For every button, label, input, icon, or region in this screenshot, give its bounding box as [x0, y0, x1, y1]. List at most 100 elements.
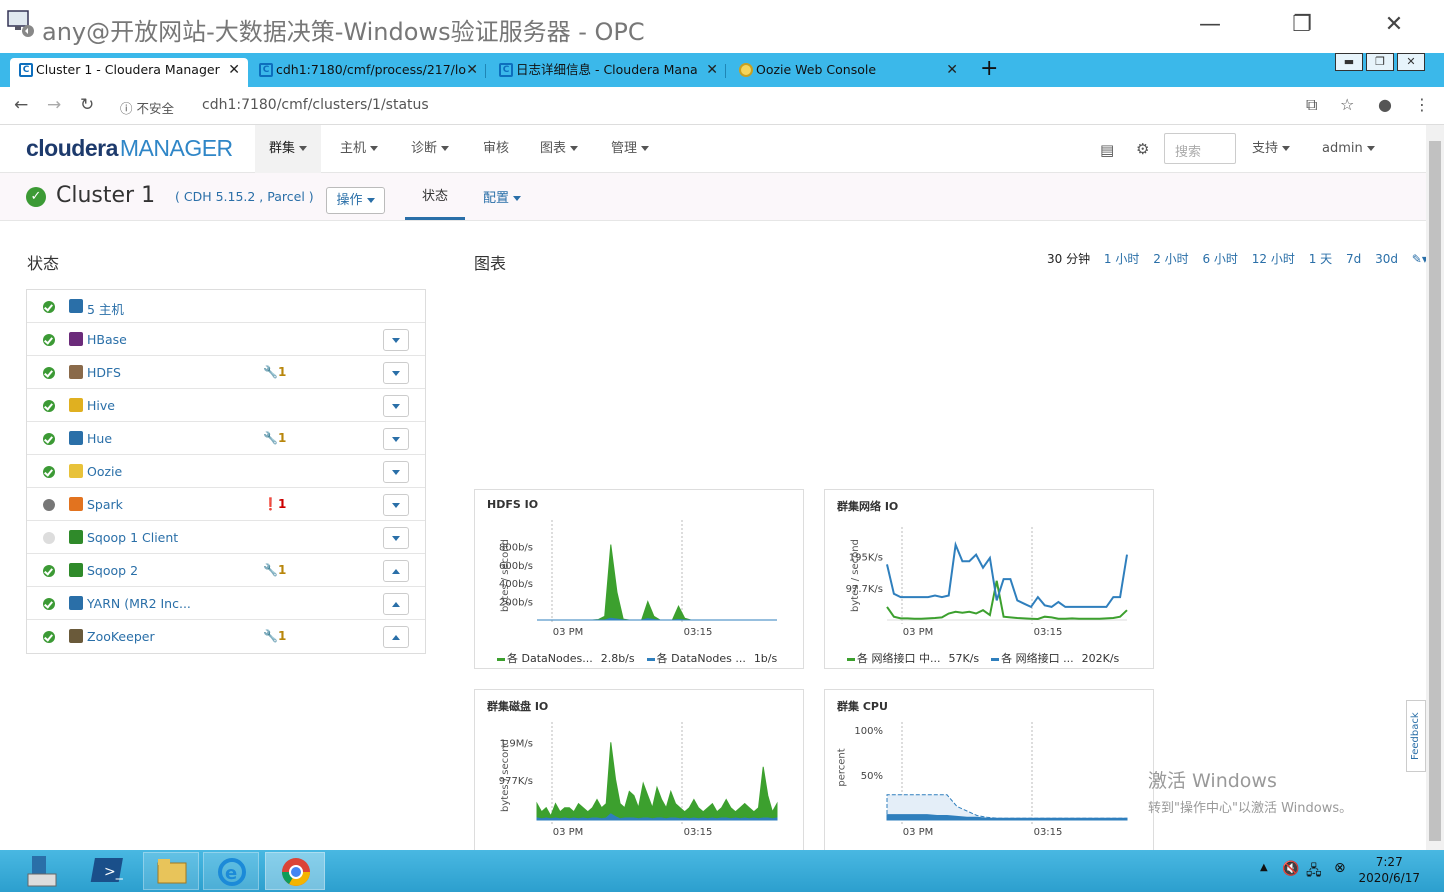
tab-close-icon[interactable]: ✕ [946, 58, 958, 82]
service-name-link[interactable]: Hive [87, 398, 115, 413]
menu-label: 图表 [540, 141, 567, 156]
profile-icon[interactable]: ● [1378, 95, 1392, 114]
bookmark-star-icon[interactable]: ☆ [1340, 95, 1354, 114]
config-issue-badge[interactable]: 🔧1 [263, 563, 286, 577]
service-actions-dropdown[interactable] [383, 428, 409, 450]
chart-panel-cpu[interactable]: 群集 CPU percent 50% 100% 03 PM 03:15 [824, 689, 1154, 859]
range-12h[interactable]: 12 小时 [1252, 252, 1295, 266]
close-button[interactable]: ✕ [1374, 10, 1414, 40]
service-name-link[interactable]: 5 主机 [87, 299, 124, 318]
service-name-link[interactable]: Spark [87, 497, 123, 512]
tab-close-icon[interactable]: ✕ [466, 58, 478, 82]
feedback-tab[interactable]: Feedback [1406, 700, 1426, 772]
tab-oozie[interactable]: Oozie Web Console ✕ [730, 58, 966, 87]
error-badge[interactable]: ❗1 [263, 497, 286, 511]
badge-count: 1 [277, 365, 287, 379]
service-name-link[interactable]: YARN (MR2 Inc... [87, 596, 191, 611]
service-actions-dropdown[interactable] [383, 362, 409, 384]
minimize-button[interactable]: — [1190, 10, 1230, 40]
tab-log-details[interactable]: C 日志详细信息 - Cloudera Mana ✕ [490, 58, 726, 87]
y-tick-label: 195K/s [849, 552, 883, 563]
tab-cluster[interactable]: C Cluster 1 - Cloudera Manager ✕ [10, 58, 248, 87]
parcel-icon[interactable]: ▤ [1100, 141, 1114, 159]
powershell-icon[interactable]: >_ [82, 852, 138, 890]
service-name-link[interactable]: HDFS [87, 365, 121, 380]
cloudera-manager-logo[interactable]: clouderaMANAGER [26, 135, 233, 162]
inner-close-button[interactable]: ✕ [1397, 53, 1425, 71]
service-name-link[interactable]: Oozie [87, 464, 122, 479]
translate-icon[interactable]: ⧉ [1306, 95, 1317, 115]
inner-restore-button[interactable]: ❐ [1366, 53, 1394, 71]
chart-panel-network-io[interactable]: 群集网络 IO bytes / second 97.7K/s 195K/s 03 P… [824, 489, 1154, 669]
running-commands-icon[interactable]: ⚙ [1136, 140, 1149, 158]
scrollbar-thumb[interactable] [1429, 141, 1441, 841]
tab-status[interactable]: 状态 [405, 173, 465, 220]
actions-button[interactable]: 操作 [326, 187, 385, 214]
range-6h[interactable]: 6 小时 [1202, 252, 1237, 266]
menu-administration[interactable]: 管理 [597, 125, 663, 173]
tab-configuration[interactable]: 配置 [483, 173, 522, 221]
service-actions-dropdown[interactable] [383, 461, 409, 483]
status-unknown-icon [43, 532, 55, 544]
search-input[interactable]: 搜索 [1164, 133, 1236, 164]
service-actions-dropdown[interactable] [383, 560, 409, 582]
page-scrollbar[interactable] [1426, 125, 1444, 850]
cluster-version[interactable]: ( CDH 5.15.2 , Parcel ) [175, 189, 314, 204]
reload-icon[interactable]: ↻ [80, 95, 94, 115]
config-issue-badge[interactable]: 🔧1 [263, 365, 286, 379]
service-name-link[interactable]: Sqoop 2 [87, 563, 138, 578]
inner-minimize-button[interactable]: ▬ [1335, 53, 1363, 71]
service-name-link[interactable]: HBase [87, 332, 127, 347]
tab-process-log[interactable]: C cdh1:7180/cmf/process/217/lo ✕ [250, 58, 486, 87]
server-manager-icon[interactable] [20, 852, 76, 890]
chevron-down-icon [441, 146, 450, 151]
menu-hosts[interactable]: 主机 [326, 125, 392, 173]
range-1d[interactable]: 1 天 [1309, 252, 1332, 266]
back-icon[interactable]: ← [14, 95, 28, 115]
chevron-down-icon [366, 198, 375, 203]
forward-icon[interactable]: → [47, 95, 61, 115]
service-name-link[interactable]: ZooKeeper [87, 629, 155, 644]
config-issue-badge[interactable]: 🔧1 [263, 629, 286, 643]
action-center-icon[interactable]: ⊗ [1334, 860, 1346, 876]
service-actions-dropdown[interactable] [383, 329, 409, 351]
service-name-link[interactable]: Sqoop 1 Client [87, 530, 178, 545]
service-type-icon [69, 530, 83, 544]
system-clock[interactable]: 7:27 2020/6/17 [1358, 854, 1420, 886]
windows-activation-watermark: 激活 Windows 转到"操作中心"以激活 Windows。 [1148, 766, 1352, 816]
file-explorer-icon[interactable] [143, 852, 199, 890]
range-30m[interactable]: 30 分钟 [1047, 252, 1090, 266]
menu-clusters[interactable]: 群集 [255, 125, 322, 173]
tab-close-icon[interactable]: ✕ [706, 58, 718, 82]
url-field[interactable]: cdh1:7180/cmf/clusters/1/status [202, 97, 429, 113]
tab-close-icon[interactable]: ✕ [228, 58, 240, 82]
menu-support[interactable]: 支持 [1238, 125, 1304, 173]
tray-expand-icon[interactable]: ▲ [1260, 862, 1268, 873]
service-actions-dropdown[interactable] [383, 593, 409, 615]
service-name-link[interactable]: Hue [87, 431, 112, 446]
service-type-icon [69, 497, 83, 511]
volume-muted-icon[interactable]: 🔇 [1282, 861, 1299, 877]
range-2h[interactable]: 2 小时 [1153, 252, 1188, 266]
new-tab-button[interactable]: + [980, 56, 998, 81]
range-30d[interactable]: 30d [1375, 252, 1398, 266]
range-1h[interactable]: 1 小时 [1104, 252, 1139, 266]
menu-charts[interactable]: 图表 [526, 125, 592, 173]
chrome-icon[interactable] [265, 852, 325, 890]
chart-panel-hdfs-io[interactable]: HDFS IO bytes / second 200b/s 400b/s 600b/… [474, 489, 804, 669]
network-icon[interactable]: 🖧 [1306, 860, 1322, 884]
service-actions-dropdown[interactable] [383, 494, 409, 516]
chart-panel-disk-io[interactable]: 群集磁盘 IO bytes / second 977K/s 1.9M/s 03 PM… [474, 689, 804, 859]
browser-menu-icon[interactable]: ⋮ [1414, 95, 1430, 114]
menu-audits[interactable]: 审核 [469, 125, 523, 173]
menu-user[interactable]: admin [1308, 125, 1389, 173]
config-issue-badge[interactable]: 🔧1 [263, 431, 286, 445]
restore-button[interactable]: ❐ [1282, 10, 1322, 40]
security-indicator[interactable]: ⓘ 不安全 [120, 98, 174, 117]
internet-explorer-icon[interactable]: e [203, 852, 259, 890]
menu-diagnostics[interactable]: 诊断 [397, 125, 463, 173]
service-actions-dropdown[interactable] [383, 626, 409, 648]
service-actions-dropdown[interactable] [383, 527, 409, 549]
range-7d[interactable]: 7d [1346, 252, 1361, 266]
service-actions-dropdown[interactable] [383, 395, 409, 417]
